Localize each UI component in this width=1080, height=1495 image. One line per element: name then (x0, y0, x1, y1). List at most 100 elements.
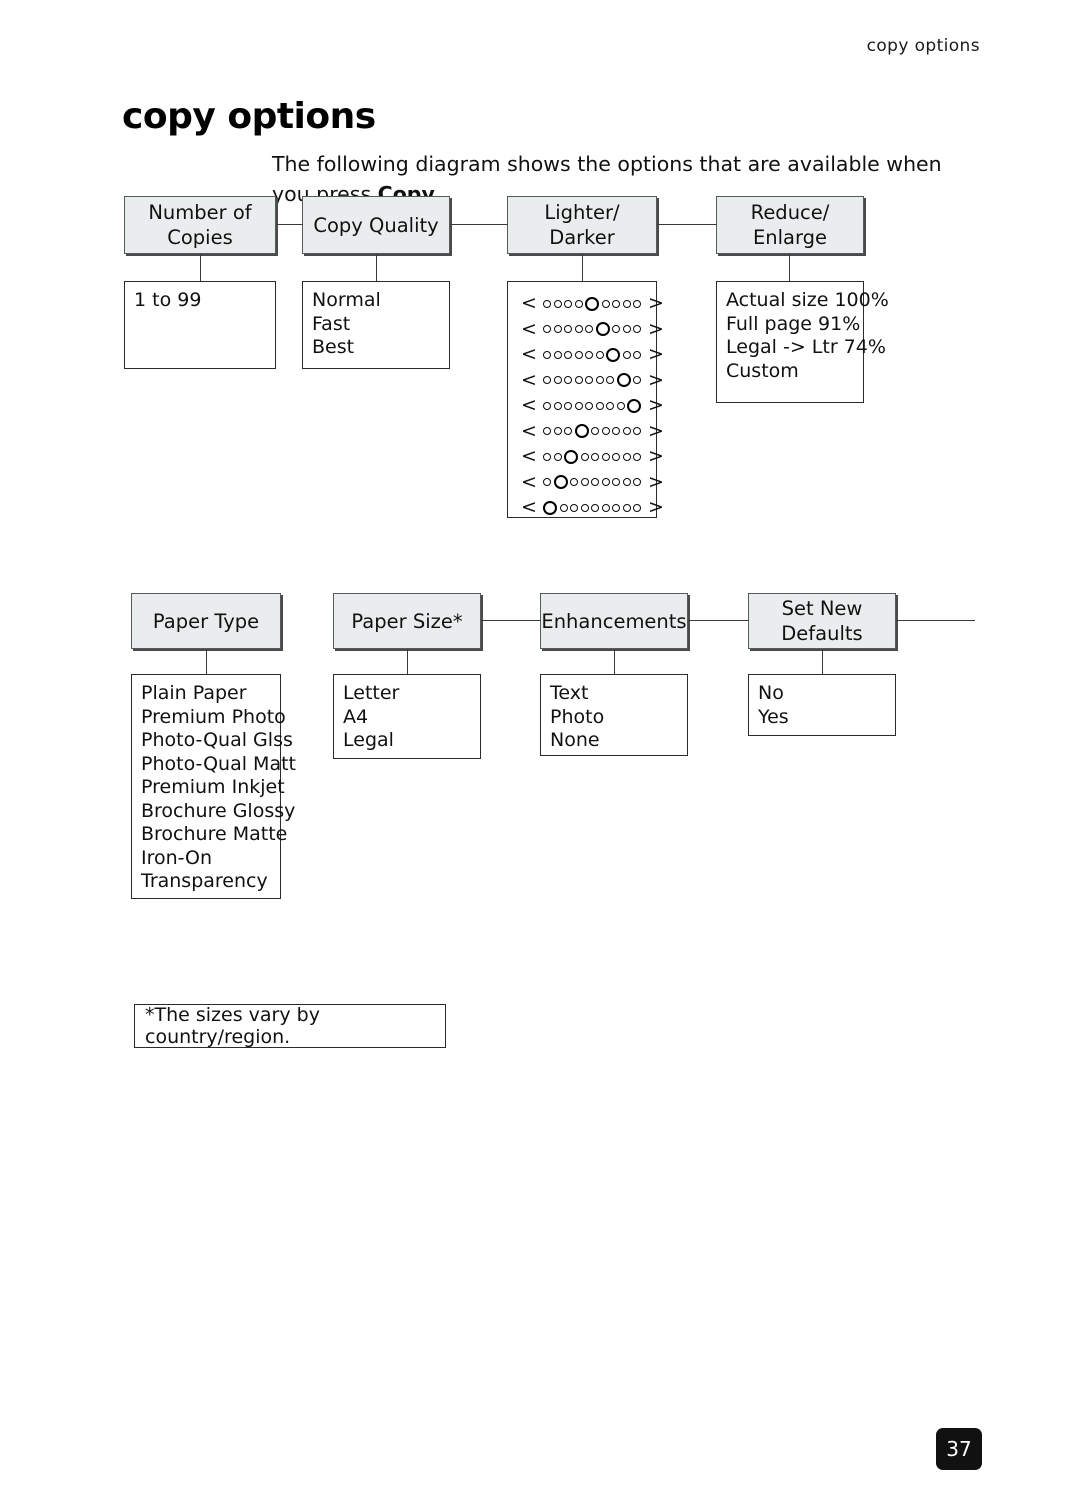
level-dot-icon (612, 325, 620, 334)
level-marker-icon (606, 347, 620, 362)
lighter-darker-level-row[interactable]: < > (508, 495, 664, 521)
option-item: Text (550, 682, 589, 704)
level-dot-icon (612, 478, 620, 487)
level-dot-icon (606, 376, 614, 385)
node-reduce-enlarge[interactable]: Reduce/Enlarge (716, 196, 864, 254)
level-dots (543, 424, 641, 439)
option-item: None (550, 729, 600, 751)
node-set-new-defaults[interactable]: Set New Defaults (748, 593, 896, 649)
level-dot-icon (622, 452, 631, 461)
level-dot-icon (574, 401, 583, 410)
level-dot-icon (553, 350, 562, 359)
level-dot-icon (580, 452, 589, 461)
option-item: Legal (343, 729, 394, 751)
node-paper-type-label: Paper Type (152, 609, 260, 633)
option-item: Full page 91% (726, 312, 861, 335)
level-dot-icon (633, 299, 641, 308)
connector-defaults-right-tail (896, 620, 975, 621)
level-dots (543, 398, 641, 413)
right-arrow-icon: > (648, 317, 664, 340)
lighter-darker-level-row[interactable]: < > (508, 291, 664, 317)
option-item: Iron-On (141, 846, 213, 869)
level-dot-icon (574, 376, 583, 385)
level-marker-icon (543, 500, 557, 515)
node-copy-quality[interactable]: Copy Quality (302, 196, 450, 254)
connector-lighter-down (582, 254, 583, 284)
node-number-of-copies[interactable]: Number of Copies (124, 196, 276, 254)
level-dot-icon (591, 427, 599, 436)
level-dot-icon (564, 401, 572, 410)
level-dot-icon (612, 299, 620, 308)
lighter-darker-level-row[interactable]: < > (508, 368, 664, 394)
left-arrow-icon: < (521, 419, 537, 442)
option-item: A4 (343, 705, 369, 728)
level-dot-icon (553, 299, 562, 308)
level-dot-icon (580, 503, 589, 512)
level-dot-icon (601, 299, 610, 308)
option-item: Normal (312, 289, 381, 311)
level-dot-icon (622, 478, 631, 487)
level-dot-icon (622, 299, 631, 308)
left-arrow-icon: < (521, 445, 537, 468)
right-arrow-icon: > (648, 292, 664, 315)
level-dot-icon (633, 325, 641, 334)
option-item: Actual size 100% (726, 289, 889, 311)
level-dot-icon (585, 376, 593, 385)
option-item: Photo-Qual Matt (141, 752, 296, 775)
level-dot-icon (601, 452, 610, 461)
connector-enhancements-to-defaults (688, 620, 749, 621)
level-dot-icon (543, 427, 551, 436)
lighter-darker-level-row[interactable]: < > (508, 342, 664, 368)
level-dots (543, 347, 641, 362)
level-dot-icon (585, 325, 593, 334)
running-header: copy options (866, 36, 980, 56)
level-dot-icon (585, 350, 593, 359)
option-item: Fast (312, 312, 351, 335)
option-item: Photo (550, 705, 605, 728)
level-dot-icon (612, 503, 620, 512)
level-dot-icon (633, 350, 641, 359)
options-paper-size: Letter A4 Legal (333, 674, 481, 759)
option-item: 1 to 99 (134, 289, 202, 311)
node-copy-quality-label: Copy Quality (313, 213, 439, 237)
level-dot-icon (543, 452, 551, 461)
level-dot-icon (564, 427, 572, 436)
options-set-new-defaults: No Yes (748, 674, 896, 736)
left-arrow-icon: < (521, 496, 537, 519)
lighter-darker-level-row[interactable]: < > (508, 470, 664, 496)
lighter-darker-level-row[interactable]: < > (508, 393, 664, 419)
level-dot-icon (553, 427, 562, 436)
page-title: copy options (122, 96, 376, 138)
lighter-darker-level-row[interactable]: < > (508, 444, 664, 470)
options-lighter-darker: < > < > < > < > < > < > < > < > < > (507, 281, 664, 521)
level-dot-icon (616, 401, 625, 410)
connector-lighter-to-reduce (657, 224, 717, 225)
node-paper-type[interactable]: Paper Type (131, 593, 281, 649)
node-lighter-darker[interactable]: Lighter/Darker (507, 196, 657, 254)
level-dot-icon (633, 503, 641, 512)
option-item: Photo-Qual Glss (141, 729, 293, 751)
level-dot-icon (591, 452, 599, 461)
connector-copies-to-quality (276, 224, 303, 225)
level-dot-icon (564, 325, 572, 334)
level-dot-icon (622, 350, 631, 359)
node-enhancements[interactable]: Enhancements (540, 593, 688, 649)
footnote-box: *The sizes vary by country/region. (134, 1004, 446, 1048)
level-dot-icon (601, 427, 610, 436)
node-lighter-darker-label: Lighter/Darker (544, 201, 620, 249)
option-item: Plain Paper (141, 682, 247, 704)
level-dot-icon (543, 325, 551, 334)
lighter-darker-level-row[interactable]: < > (508, 317, 664, 343)
level-dot-icon (633, 452, 641, 461)
lighter-darker-level-row[interactable]: < > (508, 419, 664, 445)
options-number-of-copies: 1 to 99 (124, 281, 276, 369)
node-paper-size[interactable]: Paper Size* (333, 593, 481, 649)
level-dot-icon (543, 299, 551, 308)
option-item: Premium Inkjet (141, 776, 285, 798)
options-reduce-enlarge: Actual size 100% Full page 91% Legal -> … (716, 281, 889, 403)
node-paper-size-label: Paper Size* (351, 609, 463, 633)
connector-quality-down (376, 254, 377, 284)
option-item: Transparency (141, 870, 268, 892)
level-marker-icon (585, 296, 599, 311)
option-item: No (758, 682, 784, 704)
